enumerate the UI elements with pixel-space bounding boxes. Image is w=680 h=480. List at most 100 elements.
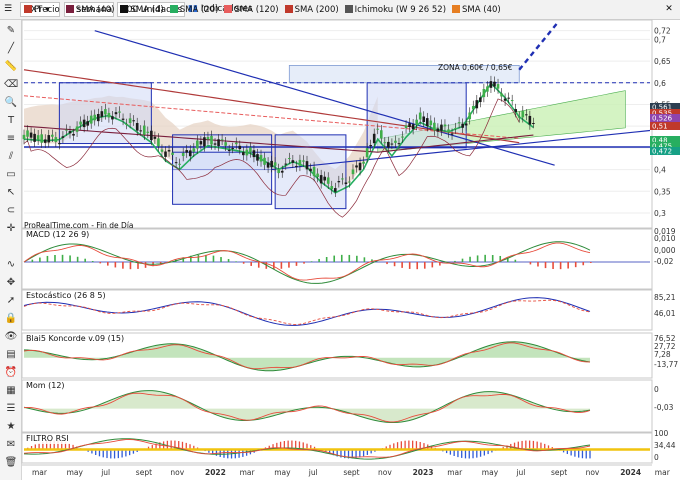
legend-label: SMA (40) [75, 5, 115, 15]
indicator-panel[interactable]: 85,21 46,01 [21, 289, 676, 331]
macd-histogram-bar [54, 255, 56, 262]
candle-body [305, 161, 309, 170]
panel-title[interactable]: Estocástico (26 8 5) [24, 291, 108, 301]
legend-item[interactable]: SMA (120) [224, 5, 279, 15]
candle-body [118, 111, 121, 113]
candle-body [295, 165, 298, 167]
chart-canvas[interactable]: ZONA 0,60€ / 0,65€ ProRealTime.com - Fin… [0, 0, 680, 480]
legend-item[interactable]: SMA (40) [65, 5, 115, 15]
macd-histogram-bar [529, 262, 532, 265]
macd-histogram-bar [280, 262, 283, 269]
candle-body [181, 152, 185, 157]
macd-histogram-bar [144, 262, 147, 268]
candle-body [245, 149, 249, 156]
candle-body [164, 151, 167, 157]
panel-title[interactable]: FILTRO RSI [24, 434, 71, 444]
macd-histogram-bar [386, 262, 388, 265]
legend-item[interactable]: SMA (20) [169, 5, 218, 15]
candle-body [185, 150, 189, 153]
candle-body [157, 138, 160, 147]
candle-body [54, 137, 58, 143]
indicator-panel[interactable]: 0,0190,0100,000-0,02 [21, 227, 676, 290]
macd-histogram-bar [61, 254, 64, 262]
macd-histogram-bar [295, 262, 298, 266]
candle-body [298, 159, 302, 166]
candle-body [65, 129, 68, 131]
legend-label: Ichimoku (W 9 26 52) [354, 5, 447, 15]
candle-body [397, 143, 401, 145]
candle-body [146, 131, 150, 133]
x-tick-label: jul [515, 468, 525, 477]
macd-histogram-bar [401, 262, 403, 268]
legend-item[interactable]: Ichimoku (W 9 26 52) [344, 5, 447, 15]
zone-label: ZONA 0,60€ / 0,65€ [438, 63, 513, 72]
candle-body [500, 93, 503, 97]
indicator-panel[interactable]: 100 34,44 0 [21, 429, 676, 464]
candle-body [351, 169, 355, 175]
candle-body [302, 160, 305, 162]
candle-body [107, 112, 111, 118]
candle-body [224, 142, 227, 146]
candle-body [82, 119, 86, 128]
panel-tick-label: 0 [654, 385, 659, 394]
macd-histogram-bar [310, 261, 313, 262]
price-tag-label: 0,472 [652, 148, 672, 156]
candle-body [401, 136, 404, 138]
macd-histogram-bar [129, 262, 132, 270]
candle-body [408, 123, 411, 127]
candle-body [418, 112, 422, 120]
candle-body [135, 123, 139, 131]
candle-body [242, 152, 245, 156]
candle-body [167, 150, 171, 152]
panel-title-label: FILTRO RSI [26, 434, 69, 443]
legend-item[interactable]: SMA (200) [284, 5, 339, 15]
main-price-tags: 0,5610,5350,5260,510,480,4750,472 [650, 103, 680, 156]
panel-title[interactable]: Blai5 Koncorde v.09 (15) [24, 334, 127, 344]
x-tick-label: nov [586, 468, 600, 477]
candle-body [188, 150, 192, 157]
macd-histogram-bar [39, 257, 41, 262]
macd-histogram-bar [454, 260, 456, 262]
panel-title-label: Estocástico (26 8 5) [26, 291, 106, 300]
macd-histogram-bar [582, 262, 585, 266]
candle-body [153, 136, 157, 139]
candle-body [362, 161, 365, 164]
candle-body [220, 139, 224, 141]
legend-item[interactable]: SMA (40) [452, 5, 501, 15]
candle-body [334, 188, 337, 192]
panel-title[interactable]: MACD (12 26 9) [24, 230, 92, 240]
macd-histogram-bar [76, 256, 79, 262]
panel-frame [21, 289, 653, 331]
legend-label: Precio [34, 5, 60, 15]
candle-body [394, 140, 397, 143]
x-tick-label: jul [100, 468, 110, 477]
candle-body [376, 128, 380, 130]
candle-body [47, 135, 51, 143]
legend-item[interactable]: SMA (4) [120, 5, 164, 15]
macd-histogram-bar [537, 262, 539, 267]
legend-swatch [452, 5, 461, 13]
candle-body [486, 86, 489, 92]
x-tick-label: mar [447, 468, 463, 477]
candle-body [479, 97, 482, 103]
candle-body [330, 186, 334, 190]
candle-body [150, 130, 153, 141]
panel-tick-label: 85,21 [654, 293, 676, 302]
candle-body [415, 119, 418, 125]
price-tag-label: 0,51 [652, 123, 668, 131]
panel-tick-label: 46,01 [654, 309, 676, 318]
candle-body [75, 126, 79, 132]
candle-body [270, 160, 273, 168]
candle-body [440, 124, 443, 131]
candle-body [454, 128, 457, 130]
panel-title[interactable]: Mom (12) [24, 381, 67, 391]
y-tick-label: 0,35 [654, 187, 671, 196]
legend-item[interactable]: Precio [24, 5, 60, 15]
macd-histogram-bar [235, 261, 237, 262]
candle-body [51, 134, 54, 137]
candle-body [26, 130, 29, 137]
candle-body [227, 150, 231, 152]
macd-histogram-bar [469, 256, 471, 262]
legend-swatch [224, 5, 233, 13]
indicator-panel[interactable]: 0 -0,03 [21, 379, 674, 433]
